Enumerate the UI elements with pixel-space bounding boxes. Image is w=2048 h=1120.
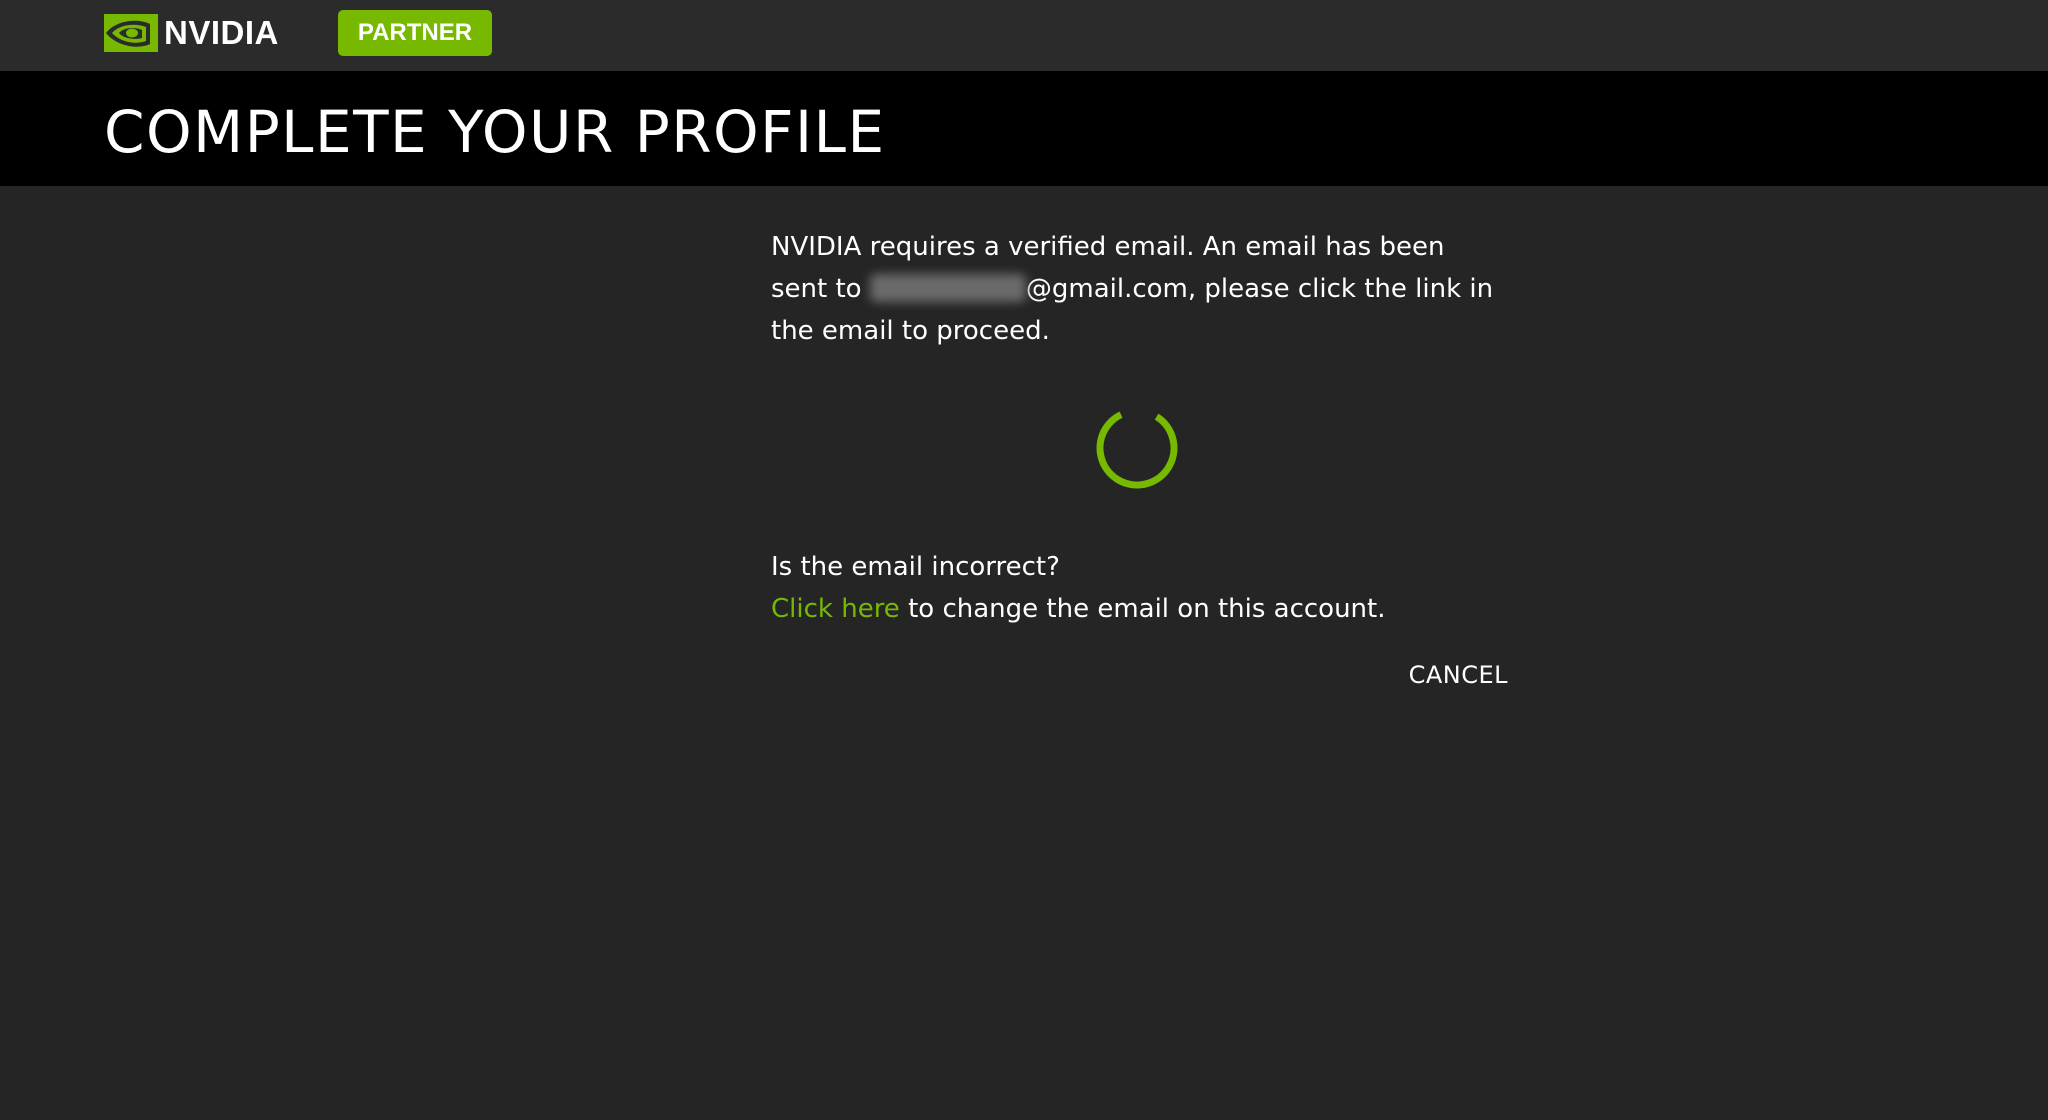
incorrect-email-section: Is the email incorrect? Click here to ch…: [771, 546, 1506, 630]
redacted-email-username: [869, 274, 1026, 302]
incorrect-email-question: Is the email incorrect?: [771, 552, 1060, 582]
page-title: COMPLETE YOUR PROFILE: [104, 98, 886, 166]
top-navigation-bar: NVIDIA PARTNER: [0, 0, 2048, 71]
nvidia-eye-icon: [104, 14, 158, 52]
verification-message-block: NVIDIA requires a verified email. An ema…: [771, 226, 1506, 352]
change-email-line: Click here to change the email on this a…: [771, 588, 1506, 630]
email-domain: @gmail.com: [1025, 274, 1188, 304]
cancel-button[interactable]: CANCEL: [1404, 655, 1508, 695]
nvidia-logo[interactable]: NVIDIA: [104, 14, 279, 52]
partner-badge: PARTNER: [338, 10, 492, 56]
loading-spinner-icon: [1095, 406, 1179, 490]
nvidia-wordmark: NVIDIA: [164, 14, 279, 51]
change-email-link[interactable]: Click here: [771, 594, 900, 624]
change-email-text: to change the email on this account.: [899, 594, 1386, 624]
verification-message: NVIDIA requires a verified email. An ema…: [771, 226, 1506, 352]
